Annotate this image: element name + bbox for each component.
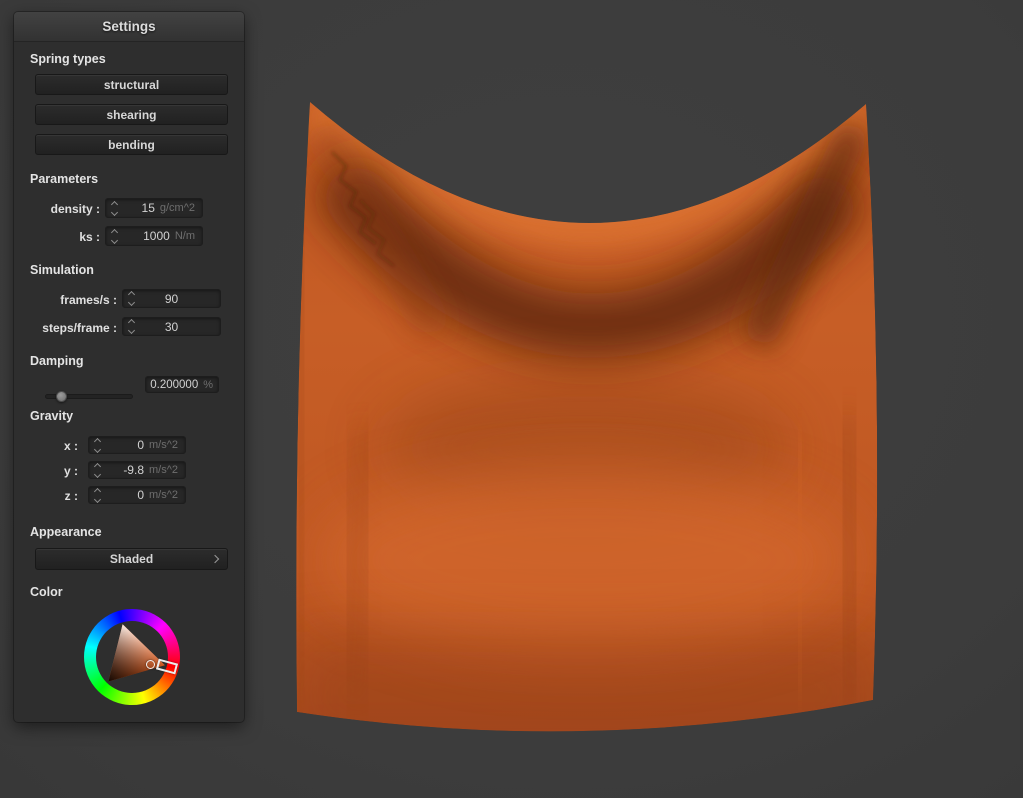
density-unit: g/cm^2 bbox=[155, 202, 202, 214]
density-value[interactable]: 15 bbox=[120, 201, 155, 215]
chevron-down-icon[interactable] bbox=[111, 208, 118, 215]
window-title[interactable]: Settings bbox=[14, 12, 244, 42]
density-label: density : bbox=[14, 202, 100, 216]
gravity-x-label: x : bbox=[14, 439, 78, 453]
gravity-label: Gravity bbox=[30, 409, 73, 423]
gravity-x-field[interactable]: 0 m/s^2 bbox=[88, 436, 186, 454]
gravity-x-unit: m/s^2 bbox=[144, 439, 185, 451]
ks-stepper[interactable] bbox=[106, 230, 120, 243]
damping-slider-handle[interactable] bbox=[56, 391, 67, 402]
frames-per-s-field[interactable]: 90 bbox=[122, 289, 221, 308]
damping-field[interactable]: 0.200000 % bbox=[145, 376, 219, 393]
gravity-x-stepper[interactable] bbox=[89, 439, 103, 452]
gravity-y-unit: m/s^2 bbox=[144, 464, 185, 476]
gravity-y-value[interactable]: -9.8 bbox=[103, 463, 144, 477]
chevron-down-icon[interactable] bbox=[128, 299, 135, 306]
chevron-down-icon[interactable] bbox=[111, 236, 118, 243]
chevron-down-icon[interactable] bbox=[94, 495, 101, 502]
saturation-value-triangle[interactable] bbox=[84, 609, 180, 705]
density-stepper[interactable] bbox=[106, 202, 120, 215]
structural-button[interactable]: structural bbox=[35, 74, 228, 95]
color-label: Color bbox=[30, 585, 63, 599]
gravity-x-value[interactable]: 0 bbox=[103, 438, 144, 452]
chevron-up-icon[interactable] bbox=[94, 487, 101, 494]
gravity-y-field[interactable]: -9.8 m/s^2 bbox=[88, 461, 186, 479]
steps-per-frame-value[interactable]: 30 bbox=[137, 320, 220, 334]
frames-per-s-stepper[interactable] bbox=[123, 292, 137, 305]
density-field[interactable]: 15 g/cm^2 bbox=[105, 198, 203, 218]
chevron-up-icon[interactable] bbox=[94, 462, 101, 469]
gravity-z-field[interactable]: 0 m/s^2 bbox=[88, 486, 186, 504]
steps-per-frame-label: steps/frame : bbox=[14, 321, 117, 335]
gravity-z-stepper[interactable] bbox=[89, 489, 103, 502]
simulation-label: Simulation bbox=[30, 263, 94, 277]
appearance-label: Appearance bbox=[30, 525, 102, 539]
bending-button[interactable]: bending bbox=[35, 134, 228, 155]
ks-label: ks : bbox=[14, 230, 100, 244]
damping-value[interactable]: 0.200000 bbox=[146, 379, 198, 391]
chevron-up-icon[interactable] bbox=[128, 291, 135, 298]
spring-types-label: Spring types bbox=[30, 52, 106, 66]
chevron-up-icon[interactable] bbox=[94, 437, 101, 444]
shearing-button[interactable]: shearing bbox=[35, 104, 228, 125]
chevron-down-icon[interactable] bbox=[94, 445, 101, 452]
chevron-right-icon bbox=[211, 555, 219, 563]
ks-value[interactable]: 1000 bbox=[120, 229, 170, 243]
ks-unit: N/m bbox=[170, 230, 202, 242]
chevron-down-icon[interactable] bbox=[94, 470, 101, 477]
steps-per-frame-field[interactable]: 30 bbox=[122, 317, 221, 336]
saturation-marker[interactable] bbox=[146, 660, 155, 669]
gravity-y-stepper[interactable] bbox=[89, 464, 103, 477]
chevron-up-icon[interactable] bbox=[111, 228, 118, 235]
gravity-z-value[interactable]: 0 bbox=[103, 488, 144, 502]
chevron-up-icon[interactable] bbox=[128, 319, 135, 326]
appearance-combobox[interactable]: Shaded bbox=[35, 548, 228, 570]
gravity-z-label: z : bbox=[14, 489, 78, 503]
appearance-selected: Shaded bbox=[110, 552, 153, 566]
chevron-up-icon[interactable] bbox=[111, 200, 118, 207]
damping-unit: % bbox=[198, 379, 218, 391]
gravity-y-label: y : bbox=[14, 464, 78, 478]
frames-per-s-value[interactable]: 90 bbox=[137, 292, 220, 306]
ks-field[interactable]: 1000 N/m bbox=[105, 226, 203, 246]
color-wheel[interactable] bbox=[84, 609, 180, 705]
settings-window: Settings Spring types structural shearin… bbox=[14, 12, 244, 722]
chevron-down-icon[interactable] bbox=[128, 327, 135, 334]
frames-per-s-label: frames/s : bbox=[14, 293, 117, 307]
parameters-label: Parameters bbox=[30, 172, 98, 186]
gravity-z-unit: m/s^2 bbox=[144, 489, 185, 501]
steps-per-frame-stepper[interactable] bbox=[123, 320, 137, 333]
damping-label: Damping bbox=[30, 354, 83, 368]
